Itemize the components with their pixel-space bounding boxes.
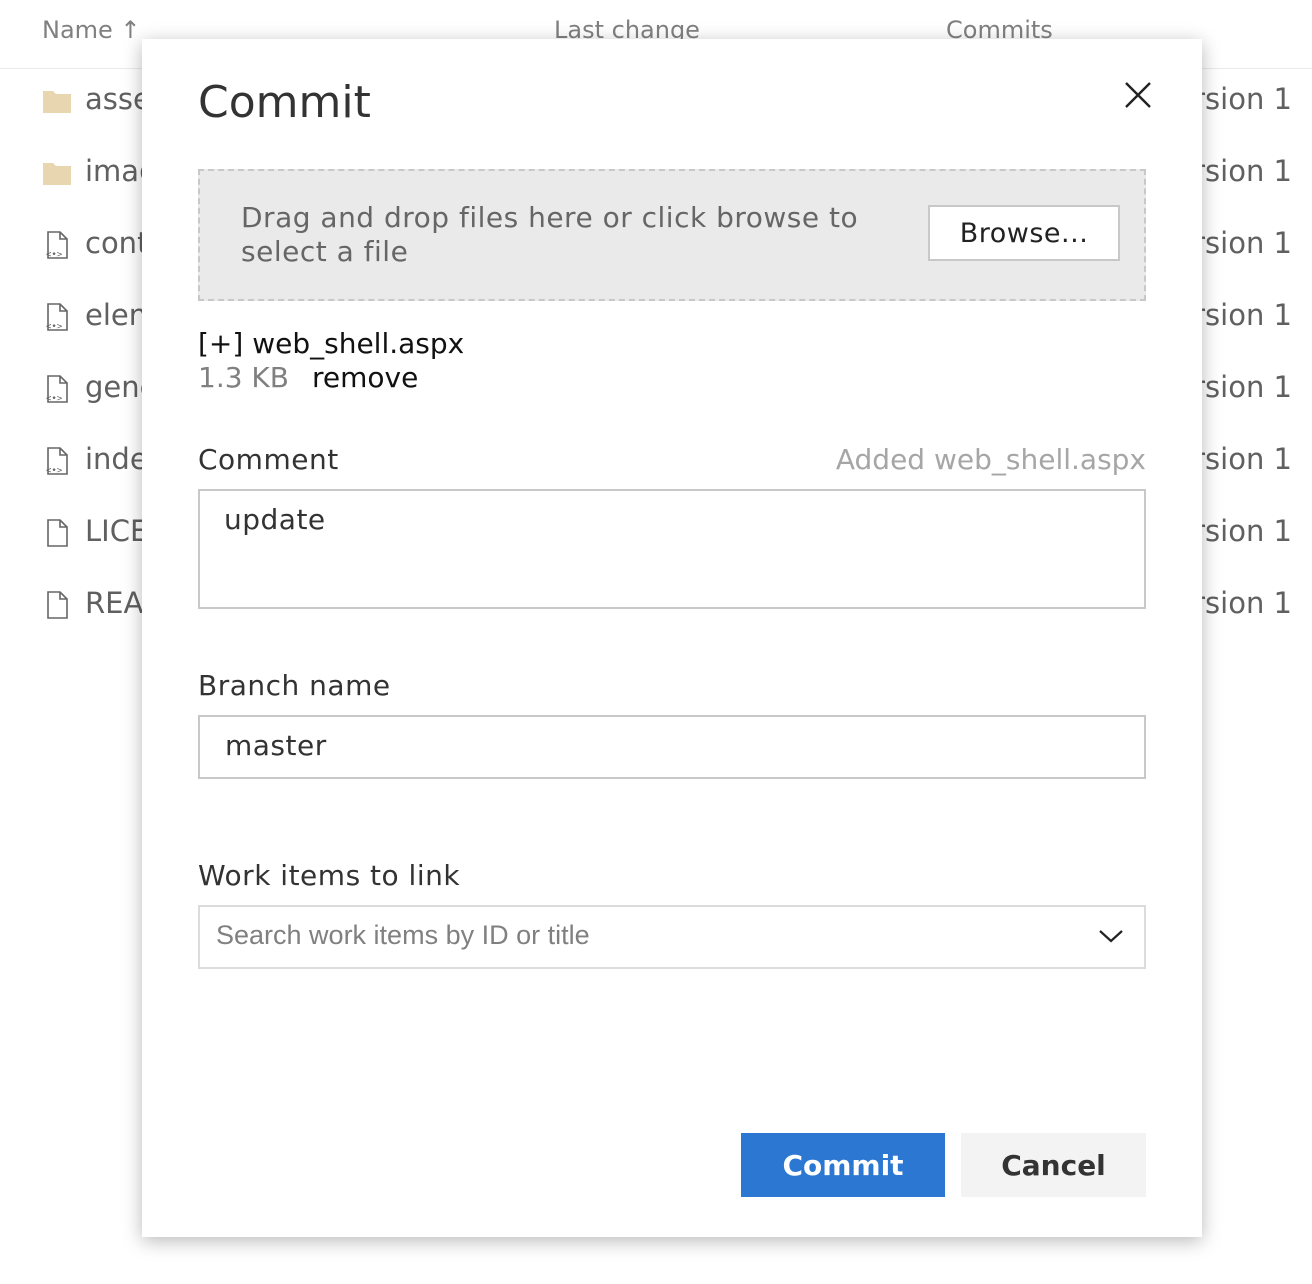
cancel-button[interactable]: Cancel [961,1133,1146,1197]
work-items-placeholder: Search work items by ID or title [216,920,590,950]
browse-button[interactable]: Browse... [928,205,1120,261]
branch-name-value: master [225,729,327,762]
file-row-name: REA [85,586,144,620]
file-row-commit: rsion 1 [1193,82,1292,116]
attached-file-size: 1.3 KB [198,361,289,394]
svg-text:<•>: <•> [46,466,63,476]
file-row-commit: rsion 1 [1193,226,1292,260]
file-row-commit: rsion 1 [1193,514,1292,548]
comment-hint: Added web_shell.aspx [835,443,1146,476]
file-icon [47,519,68,547]
dialog-title: Commit [198,77,371,128]
file-row-commit: rsion 1 [1193,370,1292,404]
dropzone-text: Drag and drop files here or click browse… [241,201,859,268]
comment-value: update [224,503,326,536]
remove-file-link[interactable]: remove [312,361,418,394]
file-row-commit: rsion 1 [1193,298,1292,332]
close-icon [1125,82,1151,108]
close-button[interactable] [1120,77,1156,113]
file-row-commit: rsion 1 [1193,442,1292,476]
file-row-name: asse [85,82,151,116]
file-row-name: inde [85,442,148,476]
work-items-label: Work items to link [198,859,461,892]
comment-textarea[interactable]: update [198,489,1146,609]
code-file-icon: <•> [46,303,68,332]
file-row-commit: rsion 1 [1193,586,1292,620]
branch-name-label: Branch name [198,669,391,702]
file-row-name: cont [85,226,149,260]
file-row-name: elen [85,298,148,332]
code-file-icon: <•> [46,447,68,476]
commit-dialog: Commit Drag and drop files here or click… [142,39,1202,1237]
file-dropzone[interactable]: Drag and drop files here or click browse… [198,169,1146,301]
folder-icon [43,91,71,113]
folder-icon [43,163,71,185]
branch-name-input[interactable]: master [198,715,1146,779]
file-row-name: LICE [85,514,149,548]
code-file-icon: <•> [46,231,68,260]
column-header-name[interactable]: Name ↑ [42,16,141,44]
file-row-commit: rsion 1 [1193,154,1292,188]
file-icon [47,591,68,619]
work-items-dropdown[interactable]: Search work items by ID or title [198,905,1146,969]
code-file-icon: <•> [46,375,68,404]
attached-file-name: [+] web_shell.aspx [198,327,465,360]
svg-text:<•>: <•> [46,322,63,332]
comment-label: Comment [198,443,339,476]
commit-button[interactable]: Commit [741,1133,945,1197]
svg-text:<•>: <•> [46,250,63,260]
svg-text:<•>: <•> [46,394,63,404]
chevron-down-icon [1099,930,1123,943]
